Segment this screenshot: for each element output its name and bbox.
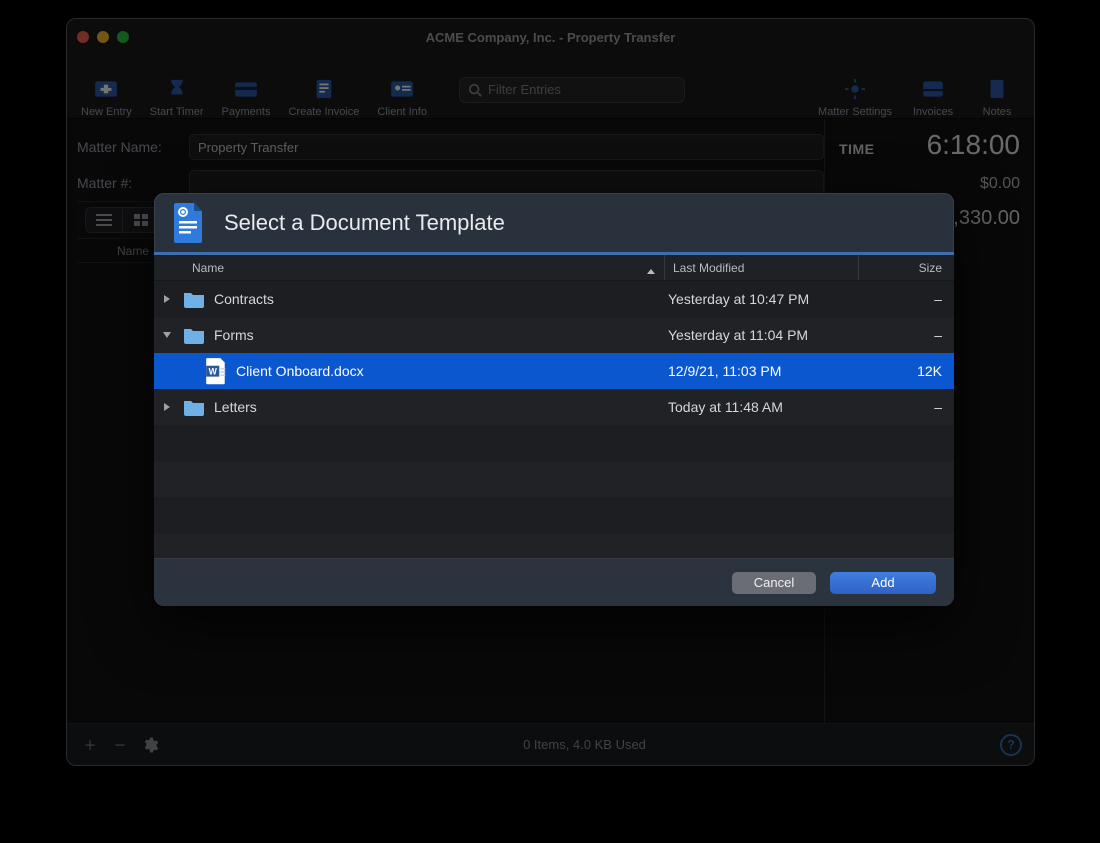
add-button[interactable]: Add xyxy=(830,572,936,594)
disclosure-icon[interactable] xyxy=(160,294,174,304)
table-row[interactable]: Forms Yesterday at 11:04 PM – xyxy=(154,317,954,353)
folder-icon xyxy=(182,395,206,419)
row-size: – xyxy=(858,399,942,415)
folder-icon xyxy=(182,323,206,347)
row-name: Letters xyxy=(214,399,668,415)
table-row[interactable]: W Client Onboard.docx 12/9/21, 11:03 PM … xyxy=(154,353,954,389)
row-name: Contracts xyxy=(214,291,668,307)
row-modified: Yesterday at 11:04 PM xyxy=(668,327,858,343)
table-row xyxy=(154,461,954,497)
row-modified: Today at 11:48 AM xyxy=(668,399,858,415)
row-name: Client Onboard.docx xyxy=(236,363,668,379)
template-list: Contracts Yesterday at 10:47 PM – Forms … xyxy=(154,281,954,558)
col-size-header[interactable]: Size xyxy=(858,255,954,280)
row-size: – xyxy=(858,327,942,343)
dialog-title: Select a Document Template xyxy=(224,210,505,236)
cancel-button[interactable]: Cancel xyxy=(732,572,816,594)
row-size: – xyxy=(858,291,942,307)
svg-text:W: W xyxy=(209,366,218,376)
table-row[interactable]: Contracts Yesterday at 10:47 PM – xyxy=(154,281,954,317)
sort-asc-icon xyxy=(646,266,656,280)
col-modified-header[interactable]: Last Modified xyxy=(664,255,858,280)
table-row xyxy=(154,533,954,558)
col-name-header[interactable]: Name xyxy=(154,261,664,275)
dialog-footer: Cancel Add xyxy=(154,558,954,606)
folder-icon xyxy=(182,287,206,311)
disclosure-icon[interactable] xyxy=(160,331,174,339)
table-row xyxy=(154,425,954,461)
disclosure-icon[interactable] xyxy=(160,402,174,412)
row-modified: Yesterday at 10:47 PM xyxy=(668,291,858,307)
docx-icon: W xyxy=(204,359,228,383)
dialog-header: Select a Document Template xyxy=(154,193,954,255)
row-size: 12K xyxy=(858,363,942,379)
table-row xyxy=(154,497,954,533)
select-template-dialog: Select a Document Template Name Last Mod… xyxy=(154,193,954,606)
dialog-column-headers: Name Last Modified Size xyxy=(154,255,954,281)
row-name: Forms xyxy=(214,327,668,343)
row-modified: 12/9/21, 11:03 PM xyxy=(668,363,858,379)
document-template-icon xyxy=(170,201,208,245)
table-row[interactable]: Letters Today at 11:48 AM – xyxy=(154,389,954,425)
